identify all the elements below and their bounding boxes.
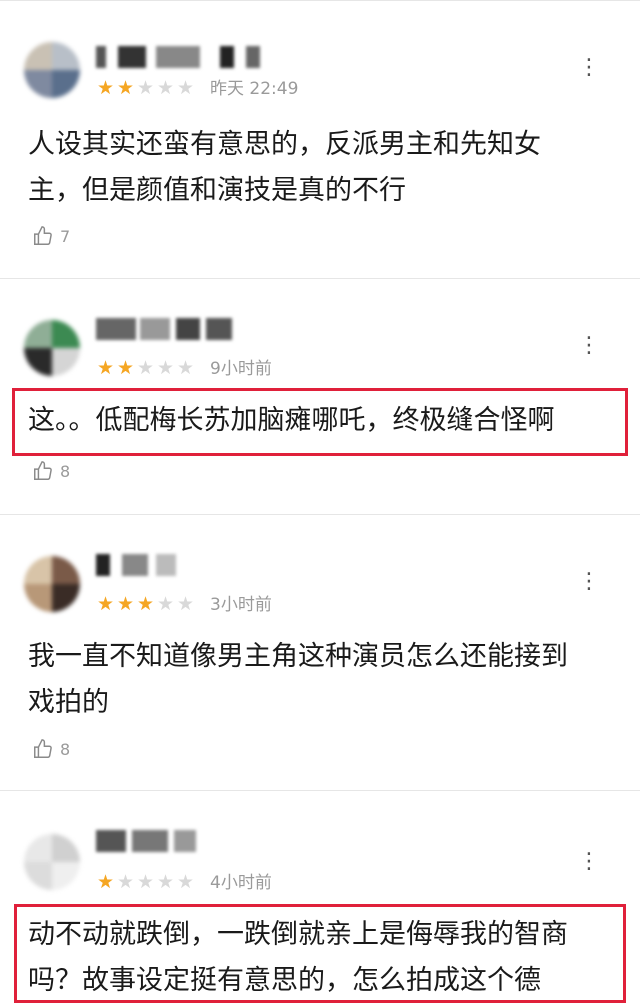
thumbs-up-icon [34, 739, 52, 758]
star-icon: ★ [96, 77, 115, 99]
star-icon: ★ [136, 871, 155, 893]
like-button[interactable]: 8 [32, 738, 70, 760]
star-icon: ★ [156, 593, 175, 615]
review-time: 9小时前 [210, 359, 272, 379]
thumbs-up-icon [34, 461, 52, 480]
review-content-line: 我一直不知道像男主角这种演员怎么还能接到 [28, 641, 568, 672]
star-icon: ★ [176, 871, 195, 893]
review-content: 人设其实还蛮有意思的，反派男主和先知女 主，但是颜值和演技是真的不行 [28, 122, 608, 214]
star-icon: ★ [136, 593, 155, 615]
star-rating: ★ ★ ★ ★ ★ [96, 594, 195, 614]
star-icon: ★ [156, 871, 175, 893]
star-icon: ★ [136, 77, 155, 99]
avatar[interactable] [24, 834, 80, 890]
more-dots-icon[interactable]: ⋮ [578, 335, 601, 357]
star-icon: ★ [96, 593, 115, 615]
review-content-line: 戏拍的 [28, 687, 109, 718]
like-button[interactable]: 8 [32, 460, 70, 482]
blurred-username[interactable] [96, 318, 256, 340]
star-icon: ★ [156, 357, 175, 379]
like-count: 8 [60, 461, 71, 481]
review-time: 昨天 22:49 [210, 79, 299, 99]
review-content: 我一直不知道像男主角这种演员怎么还能接到 戏拍的 [28, 634, 608, 726]
star-rating: ★ ★ ★ ★ ★ [96, 78, 195, 98]
star-icon: ★ [96, 357, 115, 379]
blurred-username[interactable] [96, 46, 266, 68]
highlight-box [14, 904, 626, 1003]
star-icon: ★ [176, 593, 195, 615]
avatar[interactable] [24, 320, 80, 376]
like-count: 8 [60, 739, 71, 759]
blurred-username[interactable] [96, 554, 196, 576]
review-divider [0, 790, 640, 791]
blurred-username[interactable] [96, 830, 216, 852]
review-divider [0, 514, 640, 515]
review-time: 4小时前 [210, 873, 272, 893]
star-icon: ★ [116, 593, 135, 615]
highlight-box [12, 388, 628, 456]
star-icon: ★ [156, 77, 175, 99]
more-dots-icon[interactable]: ⋮ [578, 57, 601, 79]
star-icon: ★ [116, 871, 135, 893]
like-count: 7 [60, 226, 71, 246]
star-icon: ★ [176, 77, 195, 99]
star-rating: ★ ★ ★ ★ ★ [96, 358, 195, 378]
star-icon: ★ [136, 357, 155, 379]
more-dots-icon[interactable]: ⋮ [578, 571, 601, 593]
like-button[interactable]: 7 [32, 225, 70, 247]
review-content-line: 人设其实还蛮有意思的，反派男主和先知女 [28, 129, 541, 160]
review-time: 3小时前 [210, 595, 272, 615]
review-content-line: 主，但是颜值和演技是真的不行 [28, 175, 406, 206]
review-divider [0, 278, 640, 279]
star-icon: ★ [176, 357, 195, 379]
avatar[interactable] [24, 556, 80, 612]
top-divider [0, 0, 640, 1]
thumbs-up-icon [34, 226, 52, 245]
star-icon: ★ [116, 357, 135, 379]
avatar[interactable] [24, 42, 80, 98]
more-dots-icon[interactable]: ⋮ [578, 851, 601, 873]
star-icon: ★ [116, 77, 135, 99]
star-rating: ★ ★ ★ ★ ★ [96, 872, 195, 892]
star-icon: ★ [96, 871, 115, 893]
